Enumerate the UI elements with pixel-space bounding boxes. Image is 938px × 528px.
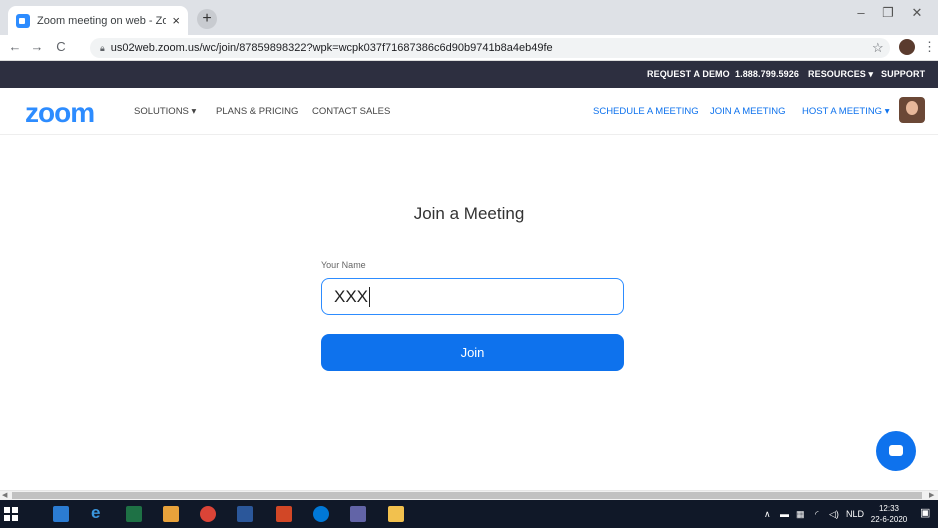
powerpoint-icon[interactable] — [276, 506, 292, 522]
clock-time: 12:33 — [878, 504, 900, 513]
language-indicator[interactable]: NLD — [846, 509, 864, 519]
horizontal-scrollbar[interactable]: ◀ ▶ — [0, 490, 938, 500]
join-meeting-link[interactable]: JOIN A MEETING — [710, 106, 786, 117]
user-avatar[interactable] — [899, 97, 925, 123]
excel-icon[interactable] — [126, 506, 142, 522]
name-input[interactable]: XXX — [321, 278, 624, 315]
text-caret — [369, 286, 371, 307]
start-icon[interactable] — [4, 507, 18, 521]
contact-sales-link[interactable]: CONTACT SALES — [312, 106, 390, 117]
internet-explorer-icon[interactable]: e — [91, 503, 107, 522]
browser-tab[interactable]: Zoom meeting on web - Zoom × — [8, 6, 188, 35]
word-icon[interactable] — [237, 506, 253, 522]
solutions-menu[interactable]: SOLUTIONS ▾ — [134, 106, 196, 117]
support-link[interactable]: SUPPORT — [881, 69, 925, 79]
bookmark-star-icon[interactable]: ☆ — [872, 40, 884, 56]
address-bar: ← → C 🔒︎ us02web.zoom.us/wc/join/8785989… — [0, 35, 938, 61]
name-label: Your Name — [321, 260, 366, 270]
file-icon[interactable] — [53, 506, 69, 522]
skype-icon[interactable] — [313, 506, 329, 522]
phone-number[interactable]: 1.888.799.5926 — [735, 69, 799, 79]
chrome-icon[interactable] — [200, 506, 216, 522]
network-icon[interactable]: ▦ — [796, 509, 805, 520]
schedule-meeting-link[interactable]: SCHEDULE A MEETING — [593, 106, 699, 117]
zoom-top-bar: REQUEST A DEMO 1.888.799.5926 RESOURCES … — [0, 61, 938, 88]
zoom-favicon-icon — [16, 13, 30, 28]
minimize-icon[interactable]: – — [846, 5, 876, 20]
folder-icon[interactable] — [163, 506, 179, 522]
lock-icon: 🔒︎ — [100, 42, 105, 53]
zoom-main-nav: zoom SOLUTIONS ▾ PLANS & PRICING CONTACT… — [0, 88, 938, 135]
request-demo-link[interactable]: REQUEST A DEMO — [647, 69, 730, 79]
browser-tab-strip: Zoom meeting on web - Zoom × + – ❐ ✕ — [0, 0, 938, 35]
wifi-icon[interactable]: ◜ — [815, 509, 819, 520]
scrollbar-thumb[interactable] — [12, 492, 922, 499]
url-text: us02web.zoom.us/wc/join/87859898322?wpk=… — [110, 42, 553, 54]
resources-menu[interactable]: RESOURCES ▾ — [808, 69, 873, 80]
forward-arrow-icon[interactable]: → — [28, 39, 46, 54]
url-field[interactable]: 🔒︎ us02web.zoom.us/wc/join/87859898322?w… — [90, 38, 890, 58]
tab-title: Zoom meeting on web - Zoom — [37, 14, 167, 27]
tab-close-icon[interactable]: × — [172, 13, 180, 28]
back-arrow-icon[interactable]: ← — [6, 39, 24, 54]
tray-overflow-icon[interactable]: ∧ — [764, 509, 771, 520]
chat-bubble-icon[interactable] — [876, 431, 916, 471]
browser-profile-avatar[interactable] — [899, 39, 915, 55]
screen: Zoom meeting on web - Zoom × + – ❐ ✕ ← →… — [0, 0, 938, 528]
close-window-icon[interactable]: ✕ — [902, 5, 932, 21]
scroll-right-icon[interactable]: ▶ — [929, 491, 934, 499]
notifications-icon[interactable]: ▣ — [920, 506, 930, 519]
zoom-logo[interactable]: zoom — [25, 97, 95, 129]
windows-taskbar: e ∧ ▬ ▦ ◜ ◁) NLD 12:33 22-6-2020 ▣ — [0, 500, 938, 528]
name-input-value: XXX — [334, 286, 369, 306]
page-title: Join a Meeting — [413, 204, 525, 223]
volume-icon[interactable]: ◁) — [829, 509, 839, 520]
new-tab-button[interactable]: + — [197, 9, 217, 29]
clock-date: 22-6-2020 — [870, 515, 908, 524]
join-button[interactable]: Join — [321, 334, 624, 371]
teams-icon[interactable] — [350, 506, 366, 522]
browser-menu-icon[interactable]: ⋮ — [923, 39, 936, 55]
clock[interactable]: 12:33 22-6-2020 — [866, 503, 912, 525]
plans-pricing-link[interactable]: PLANS & PRICING — [216, 106, 298, 117]
scroll-left-icon[interactable]: ◀ — [2, 491, 7, 499]
maximize-icon[interactable]: ❐ — [873, 5, 903, 21]
reload-icon[interactable]: C — [52, 39, 70, 54]
battery-icon[interactable]: ▬ — [780, 509, 789, 519]
file-explorer-icon[interactable] — [388, 506, 404, 522]
host-meeting-menu[interactable]: HOST A MEETING ▾ — [802, 106, 889, 117]
